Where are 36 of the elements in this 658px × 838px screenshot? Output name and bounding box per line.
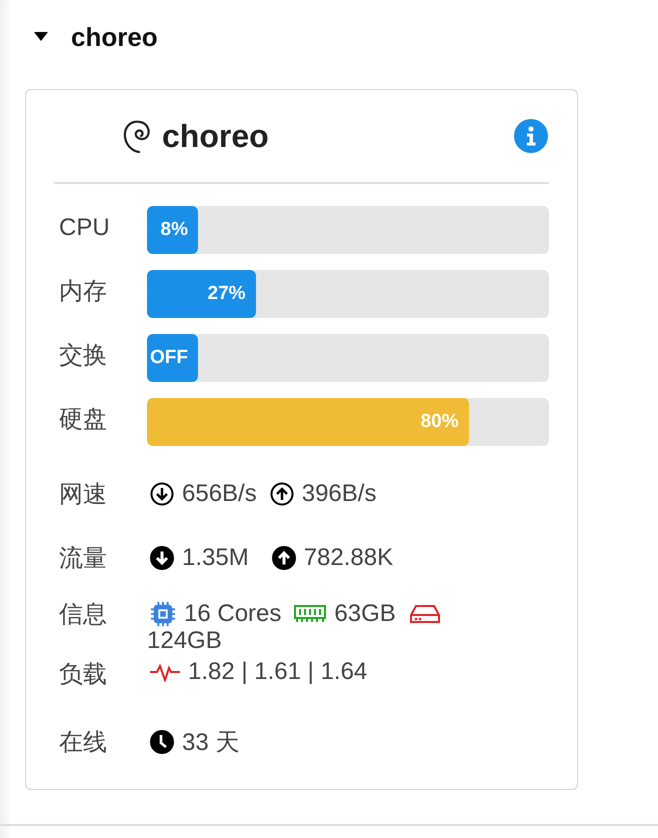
metric-label: 交换 bbox=[58, 341, 108, 371]
usage-value: 80% bbox=[420, 411, 459, 433]
usage-value: 27% bbox=[208, 283, 246, 305]
upload-speed: 396B/s bbox=[302, 480, 376, 508]
hard-drive-icon bbox=[408, 604, 441, 624]
caret-icon[interactable] bbox=[34, 32, 48, 42]
download-speed: 656B/s bbox=[182, 480, 257, 508]
download-icon bbox=[150, 482, 174, 506]
metric-label: 在线 bbox=[58, 728, 108, 758]
memory-icon bbox=[294, 605, 326, 623]
clock-icon bbox=[150, 730, 174, 754]
download-total: 1.35M bbox=[182, 544, 249, 572]
cpu-cores: 16 Cores bbox=[184, 600, 282, 628]
cpu-icon bbox=[150, 601, 176, 627]
metric-label: 信息 bbox=[58, 600, 108, 630]
memory-total: 63GB bbox=[334, 600, 396, 628]
metric-label: 网速 bbox=[58, 480, 108, 510]
pulse-icon bbox=[150, 662, 180, 682]
server-name: choreo bbox=[162, 118, 270, 154]
uptime: 33 天 bbox=[182, 728, 240, 758]
metric-label: 硬盘 bbox=[58, 405, 108, 435]
download-icon bbox=[150, 546, 174, 570]
swirl-logo-icon bbox=[122, 118, 152, 154]
metric-label: 负载 bbox=[58, 660, 108, 690]
usage-value: OFF bbox=[150, 347, 188, 369]
upload-icon bbox=[272, 546, 296, 570]
section-title: choreo bbox=[71, 22, 158, 52]
metric-label: 流量 bbox=[58, 544, 108, 574]
load-average: 1.82 | 1.61 | 1.64 bbox=[188, 658, 368, 686]
upload-total: 782.88K bbox=[304, 544, 394, 572]
usage-value: 8% bbox=[160, 219, 188, 241]
upload-icon bbox=[270, 482, 294, 506]
metric-label: CPU bbox=[58, 213, 111, 243]
info-icon[interactable] bbox=[514, 119, 548, 153]
metric-label: 内存 bbox=[58, 277, 108, 307]
disk-total: 124GB bbox=[147, 628, 222, 654]
